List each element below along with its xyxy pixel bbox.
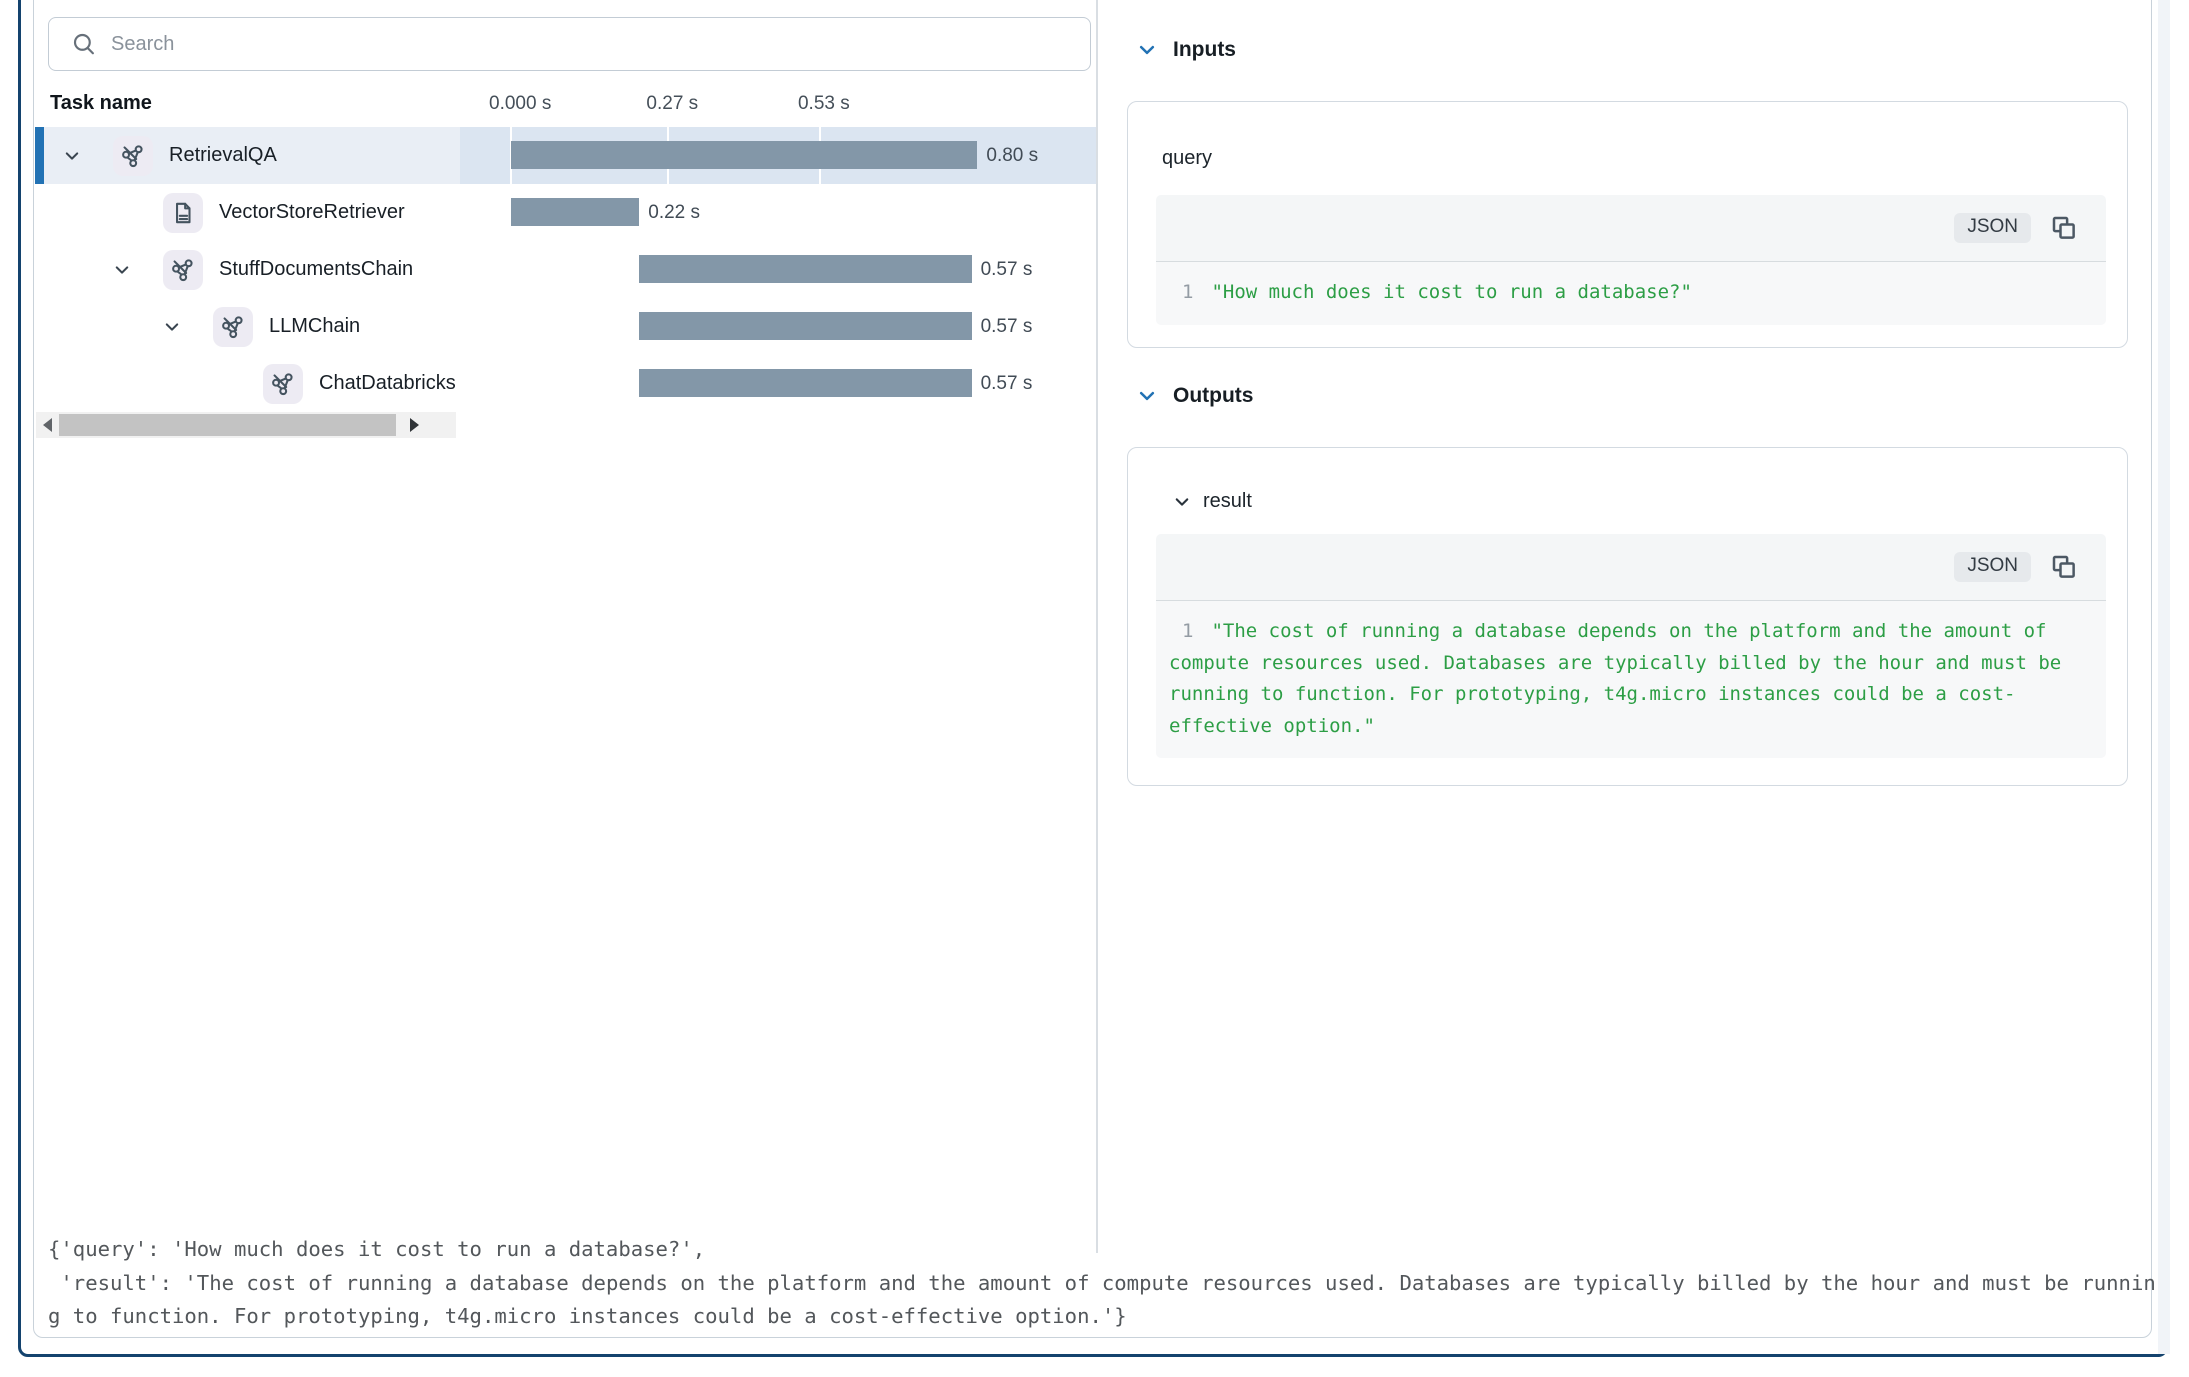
trace-span-row[interactable]: StuffDocumentsChain 0.57 s <box>35 241 1096 298</box>
inputs-section-title: Inputs <box>1173 38 1236 62</box>
chevron-down-icon[interactable] <box>1173 493 1191 511</box>
duration-bar[interactable] <box>511 141 977 169</box>
result-code-content: 1"The cost of running a database depends… <box>1156 601 2106 758</box>
span-timeline-cell: 0.57 s <box>460 241 1096 298</box>
result-card: result JSON 1"The cost of running a data… <box>1127 447 2128 786</box>
outputs-section-title: Outputs <box>1173 384 1253 408</box>
span-type-icon-frame <box>163 250 203 290</box>
code-header: JSON <box>1156 195 2106 262</box>
query-value: "How much does it cost to run a database… <box>1211 281 1691 303</box>
result-field-label: result <box>1203 490 1252 513</box>
gantt-header: Task name 0.000 s 0.27 s 0.53 s <box>35 88 1096 127</box>
span-name-cell[interactable]: VectorStoreRetriever <box>35 184 460 241</box>
duration-bar[interactable] <box>639 255 971 283</box>
scroll-left-arrow-icon[interactable] <box>43 418 52 432</box>
result-value: "The cost of running a database depends … <box>1169 620 2073 737</box>
code-header: JSON <box>1156 534 2106 601</box>
span-type-icon-frame <box>263 364 303 404</box>
line-number: 1 <box>1182 281 1193 303</box>
query-field-label: query <box>1162 147 2127 170</box>
span-timeline-cell: 0.57 s <box>460 298 1096 355</box>
chain-icon <box>170 257 196 283</box>
chain-icon <box>220 314 246 340</box>
horizontal-scrollbar[interactable] <box>36 412 456 438</box>
query-code-block: JSON 1 "How much does it cost to run a da… <box>1156 195 2106 325</box>
span-details-panel: Inputs query JSON 1 "How much does it cos… <box>1098 0 2155 1253</box>
task-name-column-header: Task name <box>50 92 152 115</box>
result-code-block: JSON 1"The cost of running a database de… <box>1156 534 2106 758</box>
copy-button[interactable] <box>2049 552 2079 582</box>
duration-bar[interactable] <box>511 198 639 226</box>
copy-icon <box>2049 213 2079 243</box>
query-code-content: 1 "How much does it cost to run a databas… <box>1156 262 2106 325</box>
result-field-header[interactable]: result <box>1173 490 2127 513</box>
span-timeline-cell: 0.22 s <box>460 184 1096 241</box>
chevron-down-icon[interactable] <box>1137 386 1157 406</box>
span-name-cell[interactable]: LLMChain <box>35 298 460 355</box>
expand-chevron-icon[interactable] <box>113 261 163 279</box>
stdout-text: {'query': 'How much does it cost to run … <box>48 1233 2161 1334</box>
span-name: VectorStoreRetriever <box>219 201 405 224</box>
span-type-icon-frame <box>113 136 153 176</box>
outputs-section-header[interactable]: Outputs <box>1137 384 1253 408</box>
span-rows: RetrievalQA 0.80 s <box>35 127 1096 412</box>
search-box[interactable] <box>48 17 1091 71</box>
axis-tick-label: 0.53 s <box>798 93 850 115</box>
search-icon <box>71 31 97 57</box>
span-name-cell[interactable]: RetrievalQA <box>35 127 460 184</box>
trace-tree-panel: Task name 0.000 s 0.27 s 0.53 s <box>35 0 1096 1253</box>
expand-chevron-icon[interactable] <box>163 318 213 336</box>
inputs-section-header[interactable]: Inputs <box>1137 38 1236 62</box>
duration-label: 0.57 s <box>981 355 1033 412</box>
duration-bar[interactable] <box>639 312 971 340</box>
span-name: ChatDatabricks <box>319 372 456 395</box>
trace-span-row[interactable]: VectorStoreRetriever 0.22 s <box>35 184 1096 241</box>
expand-chevron-icon[interactable] <box>63 147 113 165</box>
span-name: RetrievalQA <box>169 144 277 167</box>
horizontal-scrollbar-thumb[interactable] <box>59 414 396 436</box>
chain-icon <box>120 143 146 169</box>
trace-span-row[interactable]: LLMChain 0.57 s <box>35 298 1096 355</box>
span-name: StuffDocumentsChain <box>219 258 413 281</box>
line-number: 1 <box>1182 620 1193 642</box>
duration-bar[interactable] <box>639 369 971 397</box>
document-icon <box>170 200 196 226</box>
trace-span-row[interactable]: RetrievalQA 0.80 s <box>35 127 1096 184</box>
span-type-icon-frame <box>213 307 253 347</box>
duration-label: 0.22 s <box>648 184 700 241</box>
axis-tick-label: 0.000 s <box>489 93 551 115</box>
span-name: LLMChain <box>269 315 360 338</box>
chevron-down-icon[interactable] <box>1137 40 1157 60</box>
span-name-cell[interactable]: ChatDatabricks <box>35 355 460 412</box>
duration-label: 0.80 s <box>986 127 1038 184</box>
trace-span-row[interactable]: ChatDatabricks 0.57 s <box>35 355 1096 412</box>
chain-icon <box>270 371 296 397</box>
span-timeline-cell: 0.80 s <box>460 127 1096 184</box>
scroll-right-arrow-icon[interactable] <box>410 418 419 432</box>
span-type-icon-frame <box>163 193 203 233</box>
json-format-badge[interactable]: JSON <box>1954 213 2031 243</box>
span-name-cell[interactable]: StuffDocumentsChain <box>35 241 460 298</box>
query-card: query JSON 1 "How much does it cost to ru… <box>1127 101 2128 348</box>
axis-tick-label: 0.27 s <box>646 93 698 115</box>
copy-button[interactable] <box>2049 213 2079 243</box>
json-format-badge[interactable]: JSON <box>1954 552 2031 582</box>
vertical-scrollbar[interactable] <box>2158 0 2170 1354</box>
duration-label: 0.57 s <box>981 298 1033 355</box>
search-input[interactable] <box>111 33 1090 56</box>
copy-icon <box>2049 552 2079 582</box>
duration-label: 0.57 s <box>981 241 1033 298</box>
selection-accent-bar <box>35 127 44 184</box>
span-timeline-cell: 0.57 s <box>460 355 1096 412</box>
